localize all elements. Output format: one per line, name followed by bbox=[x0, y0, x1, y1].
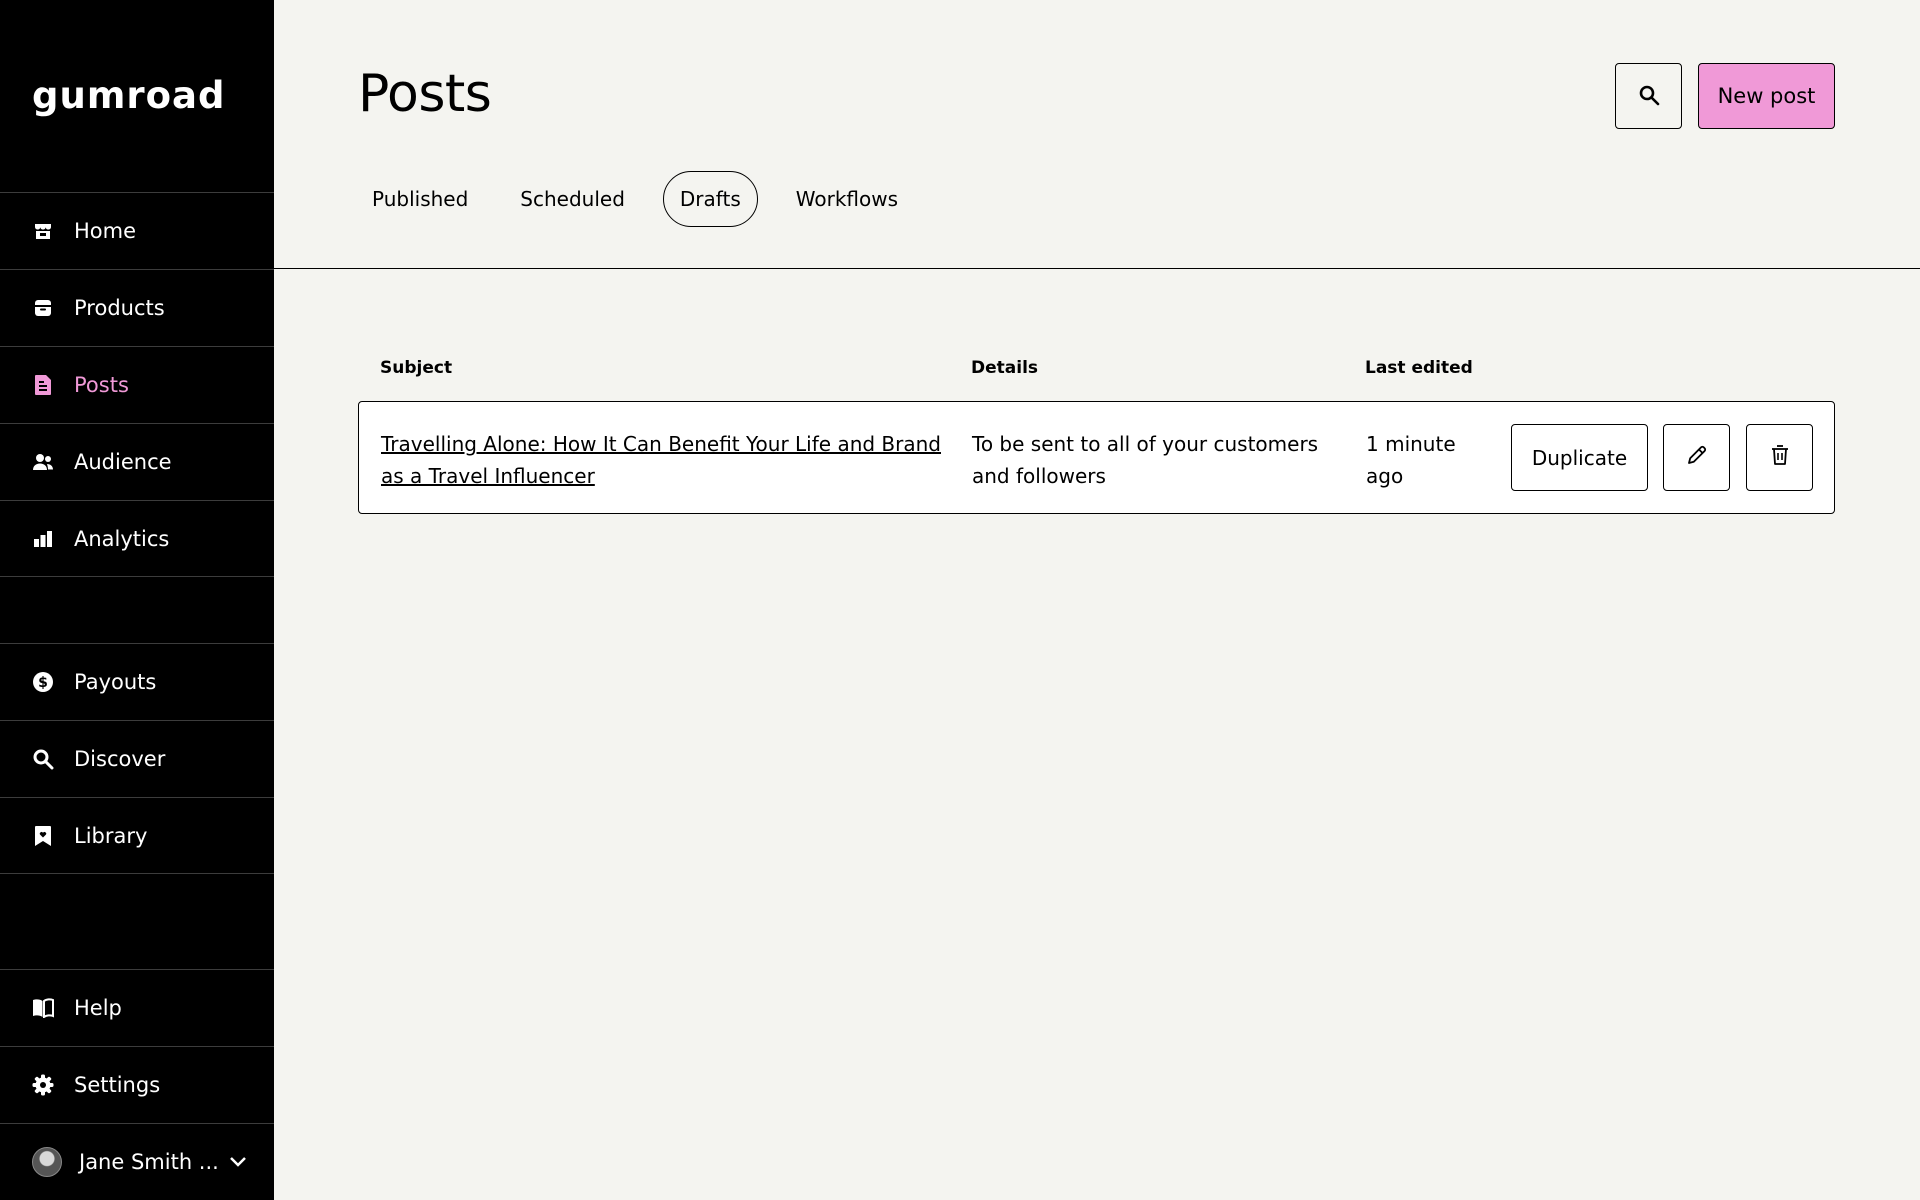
post-last-edited: 1 minute ago bbox=[1366, 432, 1456, 488]
column-header-details: Details bbox=[971, 358, 1039, 378]
bar-chart-icon bbox=[32, 528, 54, 550]
pencil-icon bbox=[1686, 444, 1708, 471]
gear-icon bbox=[32, 1074, 54, 1096]
post-tabs: Published Scheduled Drafts Workflows bbox=[358, 171, 936, 227]
delete-button[interactable] bbox=[1746, 424, 1813, 491]
sidebar-item-analytics[interactable]: Analytics bbox=[0, 500, 274, 577]
book-icon bbox=[32, 997, 54, 1019]
edit-button[interactable] bbox=[1663, 424, 1730, 491]
sidebar-item-label: Discover bbox=[74, 747, 166, 771]
sidebar-item-posts[interactable]: Posts bbox=[0, 346, 274, 423]
tab-drafts[interactable]: Drafts bbox=[662, 171, 758, 227]
header-divider bbox=[274, 268, 1920, 269]
tab-workflows[interactable]: Workflows bbox=[782, 171, 912, 227]
page-title: Posts bbox=[358, 64, 492, 124]
store-icon bbox=[32, 220, 54, 242]
bookmark-heart-icon bbox=[32, 825, 54, 847]
sidebar-item-label: Analytics bbox=[74, 526, 170, 551]
duplicate-button[interactable]: Duplicate bbox=[1511, 424, 1648, 491]
sidebar-item-library[interactable]: Library bbox=[0, 797, 274, 874]
sidebar-item-audience[interactable]: Audience bbox=[0, 423, 274, 500]
tab-scheduled[interactable]: Scheduled bbox=[506, 171, 639, 227]
search-button[interactable] bbox=[1615, 63, 1682, 129]
chevron-down-icon bbox=[229, 1153, 247, 1172]
document-icon bbox=[32, 374, 54, 396]
new-post-button[interactable]: New post bbox=[1698, 63, 1835, 129]
search-icon bbox=[1638, 84, 1660, 109]
sidebar-item-label: Help bbox=[74, 996, 122, 1020]
sidebar-item-products[interactable]: Products bbox=[0, 269, 274, 346]
people-icon bbox=[32, 451, 54, 473]
tab-published[interactable]: Published bbox=[358, 171, 482, 227]
column-header-last-edited: Last edited bbox=[1365, 358, 1473, 378]
sidebar-item-label: Products bbox=[74, 296, 165, 320]
column-header-subject: Subject bbox=[380, 358, 453, 378]
sidebar-item-label: Posts bbox=[74, 373, 129, 397]
user-name: Jane Smith ... bbox=[79, 1150, 219, 1174]
logo-text: gumroad bbox=[32, 73, 226, 117]
archive-box-icon bbox=[32, 297, 54, 319]
sidebar-item-help[interactable]: Help bbox=[0, 969, 274, 1046]
sidebar-item-label: Payouts bbox=[74, 670, 157, 694]
sidebar-item-settings[interactable]: Settings bbox=[0, 1046, 274, 1123]
sidebar-item-payouts[interactable]: $ Payouts bbox=[0, 643, 274, 720]
user-menu[interactable]: Jane Smith ... bbox=[0, 1123, 274, 1200]
avatar bbox=[32, 1147, 62, 1177]
sidebar-item-label: Audience bbox=[74, 450, 172, 474]
search-icon bbox=[32, 748, 54, 770]
sidebar-item-label: Settings bbox=[74, 1073, 161, 1097]
trash-icon bbox=[1770, 444, 1790, 471]
post-details: To be sent to all of your customers and … bbox=[972, 432, 1319, 488]
sidebar-item-label: Library bbox=[74, 823, 148, 848]
post-subject-link[interactable]: Travelling Alone: How It Can Benefit You… bbox=[381, 428, 941, 492]
svg-text:$: $ bbox=[38, 675, 48, 691]
sidebar-item-discover[interactable]: Discover bbox=[0, 720, 274, 797]
dollar-circle-icon: $ bbox=[32, 671, 54, 693]
sidebar-item-label: Home bbox=[74, 219, 137, 243]
gumroad-logo[interactable]: gumroad bbox=[32, 72, 226, 118]
sidebar-item-home[interactable]: Home bbox=[0, 192, 274, 269]
table-row: Travelling Alone: How It Can Benefit You… bbox=[358, 401, 1835, 514]
sidebar: gumroad Home Products Posts Audience Ana… bbox=[0, 0, 274, 1200]
